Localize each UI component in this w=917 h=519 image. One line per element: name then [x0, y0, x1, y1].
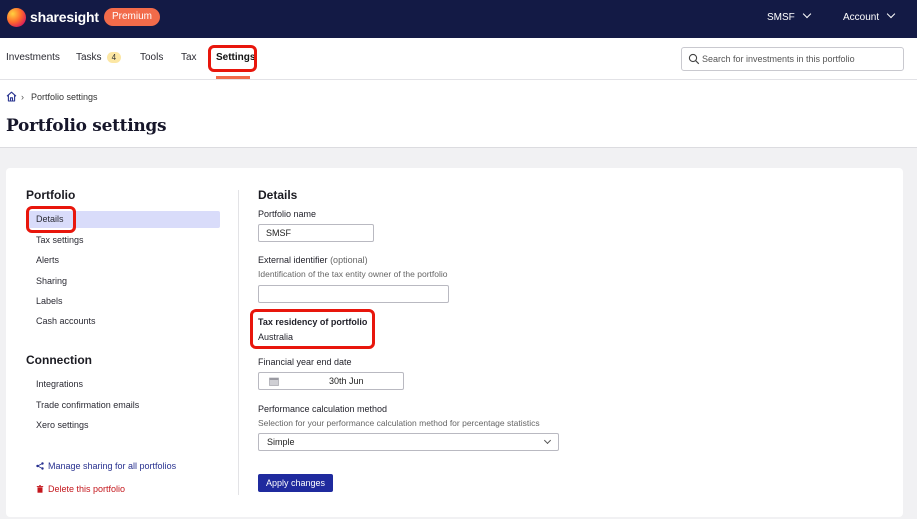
- sidebar-item-integrations[interactable]: Integrations: [36, 379, 83, 389]
- sidebar-item-xero-settings[interactable]: Xero settings: [36, 420, 89, 430]
- brand-name[interactable]: sharesight: [30, 9, 99, 25]
- page-header: › Portfolio settings Portfolio settings: [0, 80, 917, 148]
- investment-search[interactable]: [681, 47, 904, 71]
- sidebar-item-details[interactable]: Details: [36, 214, 64, 224]
- sidebar-heading-connection: Connection: [26, 353, 92, 367]
- active-tab-indicator: [216, 76, 250, 79]
- sidebar-heading-portfolio: Portfolio: [26, 188, 76, 202]
- tab-tasks-label: Tasks: [76, 52, 102, 63]
- optional-tag: (optional): [330, 255, 368, 265]
- financial-year-end-picker[interactable]: 30th Jun: [258, 372, 404, 390]
- performance-method-select[interactable]: Simple: [258, 433, 559, 451]
- breadcrumb-separator-icon: ›: [21, 92, 24, 102]
- sidebar-item-cash-accounts[interactable]: Cash accounts: [36, 316, 96, 326]
- financial-year-end-label: Financial year end date: [258, 357, 352, 367]
- portfolio-name-input[interactable]: [258, 224, 374, 242]
- chevron-down-icon: [802, 9, 812, 19]
- chevron-down-icon: [886, 9, 896, 19]
- external-identifier-helper: Identification of the tax entity owner o…: [258, 269, 448, 279]
- page-title: Portfolio settings: [6, 116, 167, 136]
- tab-investments[interactable]: Investments: [6, 52, 60, 63]
- delete-portfolio-label: Delete this portfolio: [48, 484, 126, 494]
- apply-changes-button[interactable]: Apply changes: [258, 474, 333, 492]
- trash-icon: [36, 485, 44, 493]
- calendar-icon: [269, 377, 279, 386]
- sidebar-divider: [238, 190, 239, 495]
- main-nav: Investments Tasks 4 Tools Tax Settings: [0, 38, 917, 80]
- tax-residency-label: Tax residency of portfolio: [258, 317, 368, 327]
- external-identifier-label: External identifier (optional): [258, 255, 368, 265]
- portfolio-switcher[interactable]: SMSF: [767, 9, 812, 23]
- external-identifier-label-text: External identifier: [258, 255, 328, 265]
- external-identifier-input[interactable]: [258, 285, 449, 303]
- tab-tasks[interactable]: Tasks 4: [76, 52, 122, 63]
- sharesight-logo-icon[interactable]: [7, 8, 26, 27]
- manage-sharing-label: Manage sharing for all portfolios: [48, 461, 177, 471]
- performance-method-helper: Selection for your performance calculati…: [258, 418, 540, 428]
- search-input[interactable]: [702, 50, 900, 68]
- home-icon[interactable]: [6, 91, 17, 102]
- details-heading: Details: [258, 188, 298, 202]
- performance-method-value: Simple: [267, 437, 295, 447]
- sidebar-item-sharing[interactable]: Sharing: [36, 276, 67, 286]
- premium-badge[interactable]: Premium: [104, 8, 161, 26]
- sidebar-item-labels[interactable]: Labels: [36, 296, 63, 306]
- financial-year-end-value: 30th Jun: [329, 376, 364, 386]
- sidebar-item-tax-settings[interactable]: Tax settings: [36, 235, 84, 245]
- account-menu[interactable]: Account: [843, 9, 896, 23]
- sidebar-item-alerts[interactable]: Alerts: [36, 255, 59, 265]
- tab-settings[interactable]: Settings: [216, 52, 255, 63]
- portfolio-switcher-label: SMSF: [767, 12, 795, 23]
- settings-card: Portfolio Details Tax settings Alerts Sh…: [6, 168, 903, 517]
- share-icon: [36, 462, 44, 470]
- account-menu-label: Account: [843, 12, 880, 23]
- tab-tools[interactable]: Tools: [140, 52, 163, 63]
- portfolio-name-label: Portfolio name: [258, 209, 317, 219]
- top-bar: sharesight Premium SMSF Account: [0, 0, 917, 38]
- tab-tax[interactable]: Tax: [181, 52, 197, 63]
- chevron-down-icon: [543, 436, 552, 445]
- breadcrumb-current: Portfolio settings: [31, 92, 98, 102]
- tax-residency-value: Australia: [258, 332, 294, 342]
- tasks-count-badge: 4: [106, 52, 122, 63]
- sidebar-item-trade-confirmation-emails[interactable]: Trade confirmation emails: [36, 400, 139, 410]
- search-icon: [688, 53, 700, 65]
- performance-method-label: Performance calculation method: [258, 404, 388, 414]
